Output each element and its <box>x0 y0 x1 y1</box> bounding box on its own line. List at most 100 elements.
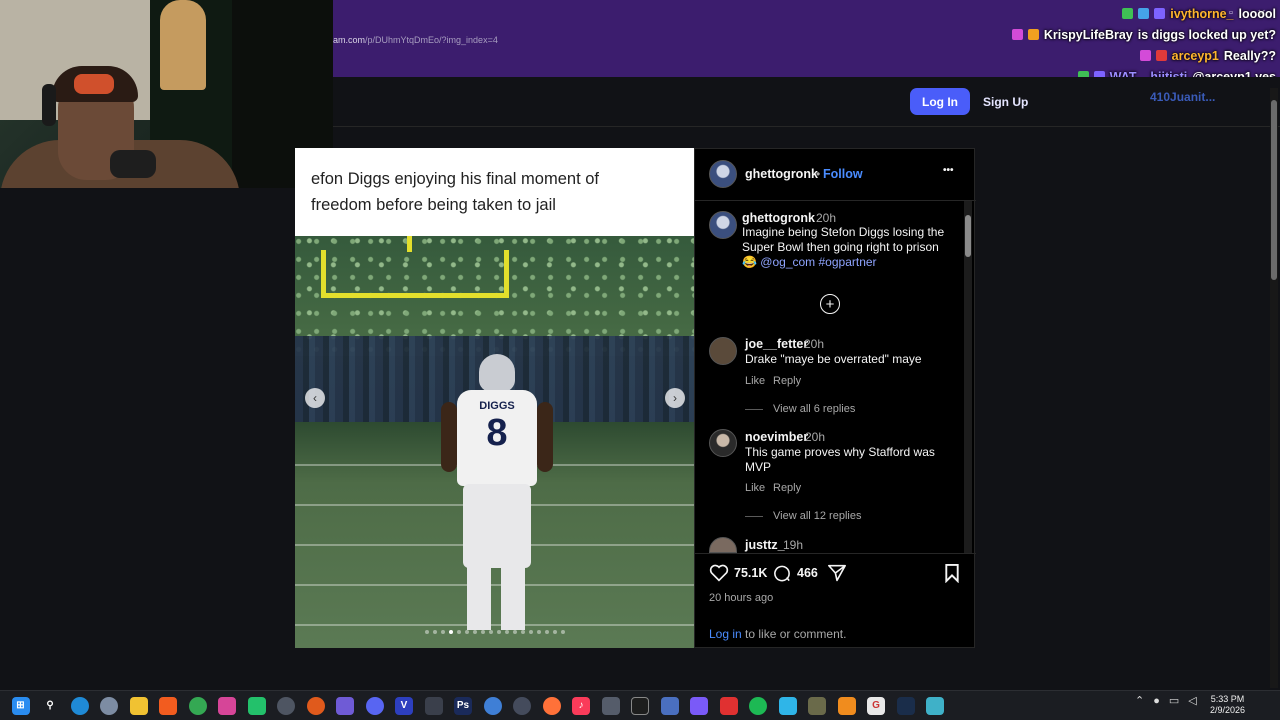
chat-message: arceyp1 Really?? <box>936 45 1276 66</box>
carousel-dot <box>440 630 445 634</box>
webcam-figurine <box>160 0 206 90</box>
commenter-avatar[interactable] <box>709 537 737 553</box>
like-comment-button[interactable]: Like <box>745 482 765 494</box>
app-icon[interactable] <box>218 696 236 715</box>
chevron-up-icon[interactable]: ⌃ <box>1135 694 1144 707</box>
file-explorer-icon[interactable] <box>129 696 148 715</box>
app-icon[interactable] <box>483 696 502 715</box>
app-icon[interactable] <box>513 696 531 715</box>
load-more-comments-icon[interactable]: + <box>820 294 840 314</box>
app-icon[interactable] <box>277 696 295 715</box>
post-actions: 75.1K 466 20 hours ago Log in to like or… <box>695 553 976 649</box>
edge-icon[interactable] <box>70 696 89 715</box>
brave-icon[interactable] <box>159 696 177 715</box>
url-text[interactable]: am.com/p/DUhmYtqDmEo/?img_index=4 <box>333 35 498 45</box>
app-icon[interactable] <box>719 696 738 715</box>
caption-line: efon Diggs enjoying his final moment of <box>311 170 599 188</box>
reply-comment-button[interactable]: Reply <box>773 375 801 387</box>
chat-text: looool <box>1238 6 1277 21</box>
steam-icon[interactable] <box>896 696 915 715</box>
microphone <box>110 150 156 178</box>
player-arm <box>537 402 553 472</box>
caption-author-avatar[interactable] <box>709 211 737 239</box>
post-image-caption: efon Diggs enjoying his final moment of … <box>295 148 694 236</box>
caption-time: 20h <box>816 211 837 225</box>
commenter-avatar[interactable] <box>709 337 737 365</box>
app-icon[interactable] <box>306 696 325 715</box>
network-icon[interactable]: ▭ <box>1169 694 1179 707</box>
app-icon[interactable] <box>660 696 679 715</box>
search-icon[interactable]: ⚲ <box>41 697 59 715</box>
settings-gear-icon[interactable] <box>100 696 118 715</box>
taskbar-clock[interactable]: 5:33 PM 2/9/2026 <box>1210 694 1245 716</box>
carousel-dot <box>472 630 477 634</box>
chat-username[interactable]: arceyp1 <box>1172 49 1219 63</box>
terminal-icon[interactable] <box>424 696 443 715</box>
comment-username[interactable]: noevimber <box>745 430 808 444</box>
notepad-icon[interactable] <box>926 696 944 715</box>
app-icon[interactable] <box>778 696 797 715</box>
app-icon[interactable] <box>690 696 708 715</box>
carousel-dot <box>536 630 541 634</box>
view-replies-button[interactable]: View all 12 replies <box>745 510 861 522</box>
follow-button[interactable]: Follow <box>823 167 863 181</box>
carousel-dot <box>528 630 533 634</box>
like-comment-button[interactable]: Like <box>745 375 765 387</box>
chrome-icon[interactable] <box>188 696 207 715</box>
author-username[interactable]: ghettogronk <box>745 167 818 181</box>
commenter-avatar[interactable] <box>709 429 737 457</box>
music-icon[interactable]: ♪ <box>572 696 590 715</box>
share-icon[interactable] <box>827 564 847 582</box>
app-icon[interactable]: G <box>867 696 885 715</box>
v-app-icon[interactable]: V <box>395 696 413 715</box>
login-button[interactable]: Log In <box>910 88 970 115</box>
heart-icon[interactable] <box>709 564 729 582</box>
comment-username[interactable]: joe__fetter <box>745 337 808 351</box>
carousel-dot <box>544 630 549 634</box>
photoshop-icon[interactable]: Ps <box>454 696 472 715</box>
volume-icon[interactable]: ◁ <box>1188 694 1196 707</box>
next-image-button[interactable]: › <box>665 388 685 408</box>
app-icon[interactable] <box>808 696 826 715</box>
chat-text: Really?? <box>1223 48 1276 63</box>
comment-icon[interactable] <box>772 564 792 583</box>
app-icon[interactable] <box>631 696 649 715</box>
comments-scroll-thumb[interactable] <box>965 215 971 257</box>
post-image[interactable]: DIGGS 8 ‹ › <box>295 236 694 648</box>
author-avatar[interactable] <box>709 160 737 188</box>
chat-username[interactable]: ivythorne_ <box>1170 7 1233 21</box>
app-icon[interactable] <box>247 696 266 715</box>
start-icon[interactable]: ⊞ <box>11 696 30 715</box>
goal-post-stem <box>407 236 412 252</box>
caption-tags[interactable]: @og_com #ogpartner <box>760 255 876 269</box>
chat-username[interactable]: KrispyLifeBray <box>1044 28 1133 42</box>
comment-time: 19h <box>783 538 804 552</box>
spotify-icon[interactable] <box>749 696 767 715</box>
login-link[interactable]: Log in <box>709 627 742 641</box>
player-jersey: DIGGS 8 <box>457 390 537 486</box>
more-options-icon[interactable]: ••• <box>943 165 954 176</box>
caption-username[interactable]: ghettogronk <box>742 211 815 225</box>
gamepad-icon[interactable] <box>336 696 354 715</box>
carousel-dot <box>504 630 509 634</box>
firefox-icon[interactable] <box>542 696 561 715</box>
discord-icon[interactable] <box>365 696 384 715</box>
app-icon[interactable] <box>837 696 856 715</box>
reply-comment-button[interactable]: Reply <box>773 482 801 494</box>
carousel-dot <box>512 630 517 634</box>
badge-icon <box>1154 8 1166 19</box>
player-pants <box>463 484 531 568</box>
system-tray: ⌃ ● ▭ ◁ <box>1135 694 1197 708</box>
previous-image-button[interactable]: ‹ <box>305 388 325 408</box>
microphone-icon[interactable]: ● <box>1153 695 1160 707</box>
webcam-overlay <box>0 0 333 188</box>
windows-taskbar: ⊞ ⚲ V Ps ♪ G <box>0 690 1280 720</box>
app-icon[interactable] <box>601 696 620 715</box>
comment-username[interactable]: justtz_ <box>745 538 785 552</box>
badge-icon <box>1011 29 1023 40</box>
page-scroll-thumb[interactable] <box>1271 100 1277 280</box>
bookmark-icon[interactable] <box>944 564 960 583</box>
view-replies-button[interactable]: View all 6 replies <box>745 403 855 415</box>
signup-link[interactable]: Sign Up <box>983 95 1028 109</box>
carousel-dot <box>496 630 501 634</box>
